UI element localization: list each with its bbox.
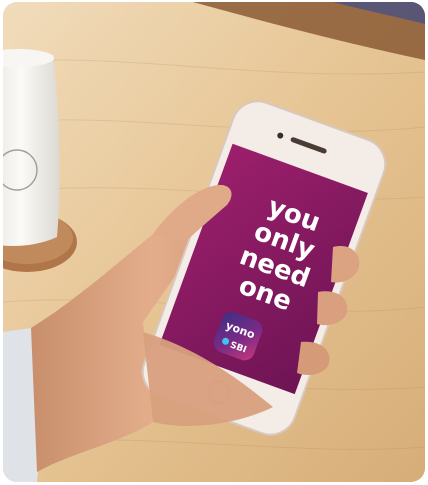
photo-frame: you only need one yono SBI xyxy=(3,2,425,482)
phone-in-hand-photo: you only need one yono SBI xyxy=(3,2,425,482)
white-mug xyxy=(3,54,60,247)
